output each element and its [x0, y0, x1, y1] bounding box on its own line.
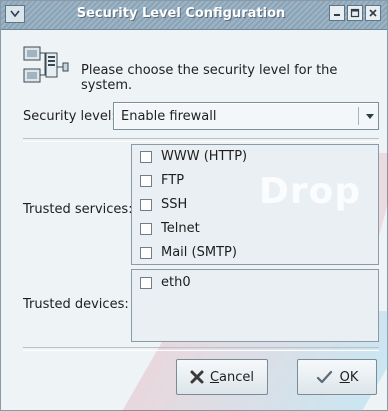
checkbox[interactable] — [140, 222, 152, 235]
security-config-window: Security Level Configuration Please choo… — [0, 0, 388, 411]
ok-label: OK — [339, 369, 359, 385]
trusted-devices-list: eth0 — [131, 269, 379, 342]
checkmark-icon — [316, 370, 332, 384]
service-smtp-checkbox-row[interactable]: Mail (SMTP) — [140, 245, 237, 260]
security-level-value: Enable firewall — [121, 109, 217, 124]
device-label: eth0 — [161, 275, 191, 290]
cancel-x-icon — [190, 370, 204, 384]
trusted-devices-label: Trusted devices: — [23, 297, 129, 312]
window-controls — [329, 5, 381, 21]
service-ftp-checkbox-row[interactable]: FTP — [140, 173, 184, 188]
service-www-checkbox-row[interactable]: WWW (HTTP) — [140, 149, 247, 164]
checkbox[interactable] — [140, 246, 152, 259]
maximize-button[interactable] — [347, 5, 363, 21]
checkbox[interactable] — [140, 150, 152, 163]
service-label: FTP — [161, 173, 185, 188]
ok-button[interactable]: OK — [297, 359, 377, 395]
trusted-services-label: Trusted services: — [23, 202, 133, 217]
chevron-down-icon — [366, 114, 374, 119]
header-instruction: Please choose the security level for the… — [81, 63, 338, 93]
cancel-label: Cancel — [209, 369, 255, 385]
maximize-icon — [350, 8, 360, 18]
service-label: WWW (HTTP) — [161, 149, 248, 164]
service-ssh-checkbox-row[interactable]: SSH — [140, 197, 187, 212]
network-security-icon — [23, 46, 69, 83]
close-button[interactable] — [365, 5, 381, 21]
title-bar[interactable]: Security Level Configuration — [1, 1, 387, 30]
security-level-label: Security level: — [23, 109, 116, 124]
checkbox[interactable] — [140, 198, 152, 211]
checkbox[interactable] — [140, 174, 152, 187]
watermark-text: Drop — [259, 171, 362, 212]
window-title: Security Level Configuration — [76, 6, 286, 21]
divider — [23, 138, 379, 142]
combo-separator — [358, 107, 359, 125]
minimize-button[interactable] — [329, 5, 345, 21]
service-label: Telnet — [161, 221, 200, 236]
window-menu-button[interactable] — [5, 5, 25, 23]
close-icon — [369, 9, 377, 17]
service-telnet-checkbox-row[interactable]: Telnet — [140, 221, 200, 236]
checkbox[interactable] — [140, 276, 152, 289]
service-label: Mail (SMTP) — [161, 245, 237, 260]
divider — [23, 347, 379, 351]
cancel-button[interactable]: Cancel — [176, 359, 268, 395]
minimize-icon — [334, 14, 340, 16]
chevron-down-icon — [10, 10, 20, 18]
device-eth0-checkbox-row[interactable]: eth0 — [140, 275, 191, 290]
security-level-select[interactable]: Enable firewall — [113, 102, 379, 130]
service-label: SSH — [161, 197, 188, 212]
